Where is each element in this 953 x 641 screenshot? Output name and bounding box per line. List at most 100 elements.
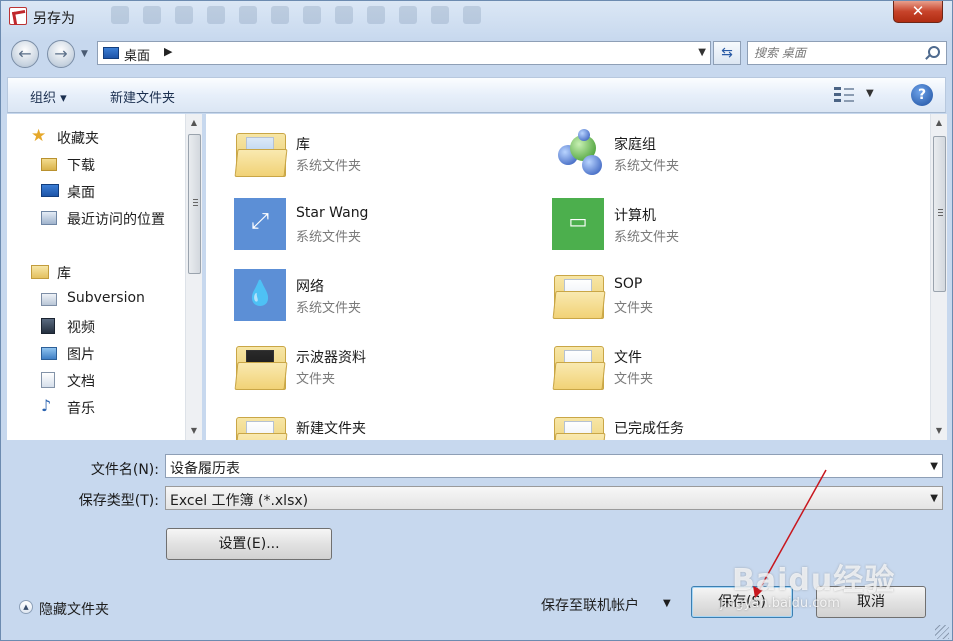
list-item[interactable]: 家庭组 系统文件夹 [524, 119, 834, 185]
search-box[interactable] [747, 41, 947, 65]
scroll-down-icon[interactable]: ▼ [186, 422, 202, 439]
address-history-chevron-down-icon[interactable]: ▼ [698, 47, 706, 58]
folder-icon [552, 269, 606, 323]
ghost-icon [175, 6, 193, 24]
ghost-icon [207, 6, 225, 24]
filename-chevron-down-icon[interactable]: ▼ [930, 461, 938, 472]
item-type: 系统文件夹 [296, 159, 362, 174]
scroll-down-icon[interactable]: ▼ [931, 422, 947, 439]
file-list-pane: 库 系统文件夹 家庭组 系统文件夹 ⤢ Star Wang 系统文件夹 ▭ 计算… [206, 114, 930, 440]
filename-field[interactable]: 设备履历表 ▼ [165, 454, 943, 478]
filetype-label: 保存类型(T): [78, 493, 159, 509]
hide-folders-label: 隐藏文件夹 [39, 602, 109, 618]
sidebar-item-music[interactable]: ♪ 音乐 [41, 395, 201, 419]
list-item[interactable]: 库 系统文件夹 [206, 119, 516, 185]
search-input[interactable] [754, 44, 919, 62]
music-note-icon: ♪ [41, 396, 52, 415]
item-name: Star Wang [296, 205, 369, 221]
file-list-scrollbar[interactable]: ▲ ▼ [930, 114, 947, 440]
list-item[interactable]: 新建文件夹 [206, 403, 516, 440]
pictures-library-icon [41, 347, 57, 360]
list-item[interactable]: SOP 文件夹 [524, 261, 834, 327]
view-options-icon[interactable] [834, 86, 854, 104]
desktop-icon [103, 47, 119, 59]
sidebar-item-downloads[interactable]: 下载 [41, 152, 201, 176]
background-toolbar [111, 6, 771, 28]
command-bar: 组织 ▾ 新建文件夹 ▼ ? [7, 77, 946, 113]
downloads-folder-icon [41, 158, 57, 171]
ghost-icon [463, 6, 481, 24]
sidebar-item-documents[interactable]: 文档 [41, 368, 201, 392]
sidebar-item-videos[interactable]: 视频 [41, 314, 201, 338]
recent-pages-chevron-down-icon[interactable]: ▼ [81, 49, 91, 59]
item-type: 文件夹 [614, 372, 654, 387]
view-chevron-down-icon[interactable]: ▼ [866, 88, 874, 99]
sidebar-item-subversion[interactable]: Subversion [41, 287, 201, 311]
ghost-icon [239, 6, 257, 24]
library-folder-icon [234, 127, 288, 181]
back-button[interactable]: ← [11, 40, 39, 68]
sidebar-item-desktop[interactable]: 桌面 [41, 179, 201, 203]
ghost-icon [271, 6, 289, 24]
address-crumb-desktop[interactable]: 桌面 [124, 45, 150, 64]
desktop-icon [41, 184, 59, 197]
scroll-up-icon[interactable]: ▲ [186, 114, 202, 131]
item-name: 计算机 [614, 208, 656, 224]
new-folder-button[interactable]: 新建文件夹 [110, 87, 175, 106]
list-item[interactable]: ⤢ Star Wang 系统文件夹 [206, 190, 516, 256]
documents-library-icon [41, 372, 55, 388]
ghost-icon [431, 6, 449, 24]
homegroup-icon [552, 127, 606, 181]
settings-button[interactable]: 设置(E)... [166, 528, 332, 560]
sidebar-item-favorites[interactable]: ★ 收藏夹 [31, 125, 201, 149]
cancel-button[interactable]: 取消 [816, 586, 926, 618]
address-row: ← → ▼ 桌面 ▶ ▼ ⇆ [1, 37, 952, 71]
list-item[interactable]: 💧 网络 系统文件夹 [206, 261, 516, 327]
sidebar-item-label: 桌面 [67, 185, 95, 201]
folder-icon [234, 340, 288, 394]
filetype-select[interactable]: Excel 工作簿 (*.xlsx) ▼ [165, 486, 943, 510]
search-icon[interactable] [928, 46, 940, 58]
navigation-pane: ★ 收藏夹 下载 桌面 最近访问的位置 库 Subversion 视频 图片 文… [7, 114, 202, 440]
resize-grip-icon[interactable] [935, 625, 949, 639]
help-icon[interactable]: ? [911, 84, 933, 106]
item-name: SOP [614, 276, 643, 292]
list-item[interactable]: 示波器资料 文件夹 [206, 332, 516, 398]
breadcrumb-chevron-right-icon[interactable]: ▶ [164, 45, 172, 58]
filename-label: 文件名(N): [90, 462, 159, 478]
item-type: 系统文件夹 [296, 230, 362, 245]
save-online-menu[interactable]: 保存至联机帐户 [541, 595, 639, 615]
user-folder-icon: ⤢ [234, 198, 288, 252]
scrollbar-thumb[interactable] [188, 134, 201, 274]
save-online-chevron-down-icon[interactable]: ▼ [663, 598, 671, 609]
filename-value[interactable]: 设备履历表 [170, 458, 240, 478]
save-button[interactable]: 保存(S) [691, 586, 793, 618]
sidebar-item-libraries[interactable]: 库 [31, 260, 201, 284]
navigation-pane-scrollbar[interactable]: ▲ ▼ [185, 114, 202, 440]
list-item[interactable]: ▭ 计算机 系统文件夹 [524, 190, 834, 256]
item-type: 文件夹 [296, 372, 336, 387]
scroll-up-icon[interactable]: ▲ [931, 114, 947, 131]
list-item[interactable]: 已完成任务 [524, 403, 834, 440]
item-name: 网络 [296, 279, 324, 295]
refresh-button[interactable]: ⇆ [713, 41, 741, 65]
folder-icon [234, 411, 288, 440]
organize-menu[interactable]: 组织 ▾ [30, 87, 67, 106]
close-button[interactable]: ✕ [893, 1, 943, 23]
address-bar[interactable]: 桌面 ▶ ▼ [97, 41, 711, 65]
filetype-value: Excel 工作簿 (*.xlsx) [170, 493, 309, 509]
subversion-library-icon [41, 293, 57, 306]
item-type: 系统文件夹 [614, 230, 680, 245]
sidebar-item-recent[interactable]: 最近访问的位置 [41, 206, 201, 230]
list-item[interactable]: 文件 文件夹 [524, 332, 834, 398]
item-type: 系统文件夹 [296, 301, 362, 316]
item-name: 已完成任务 [614, 421, 684, 437]
item-name: 文件 [614, 350, 642, 366]
sidebar-item-pictures[interactable]: 图片 [41, 341, 201, 365]
item-type: 系统文件夹 [614, 159, 680, 174]
filetype-chevron-down-icon[interactable]: ▼ [930, 493, 938, 504]
ghost-icon [335, 6, 353, 24]
sidebar-item-label: 图片 [67, 347, 95, 363]
forward-button[interactable]: → [47, 40, 75, 68]
scrollbar-thumb[interactable] [933, 136, 946, 292]
